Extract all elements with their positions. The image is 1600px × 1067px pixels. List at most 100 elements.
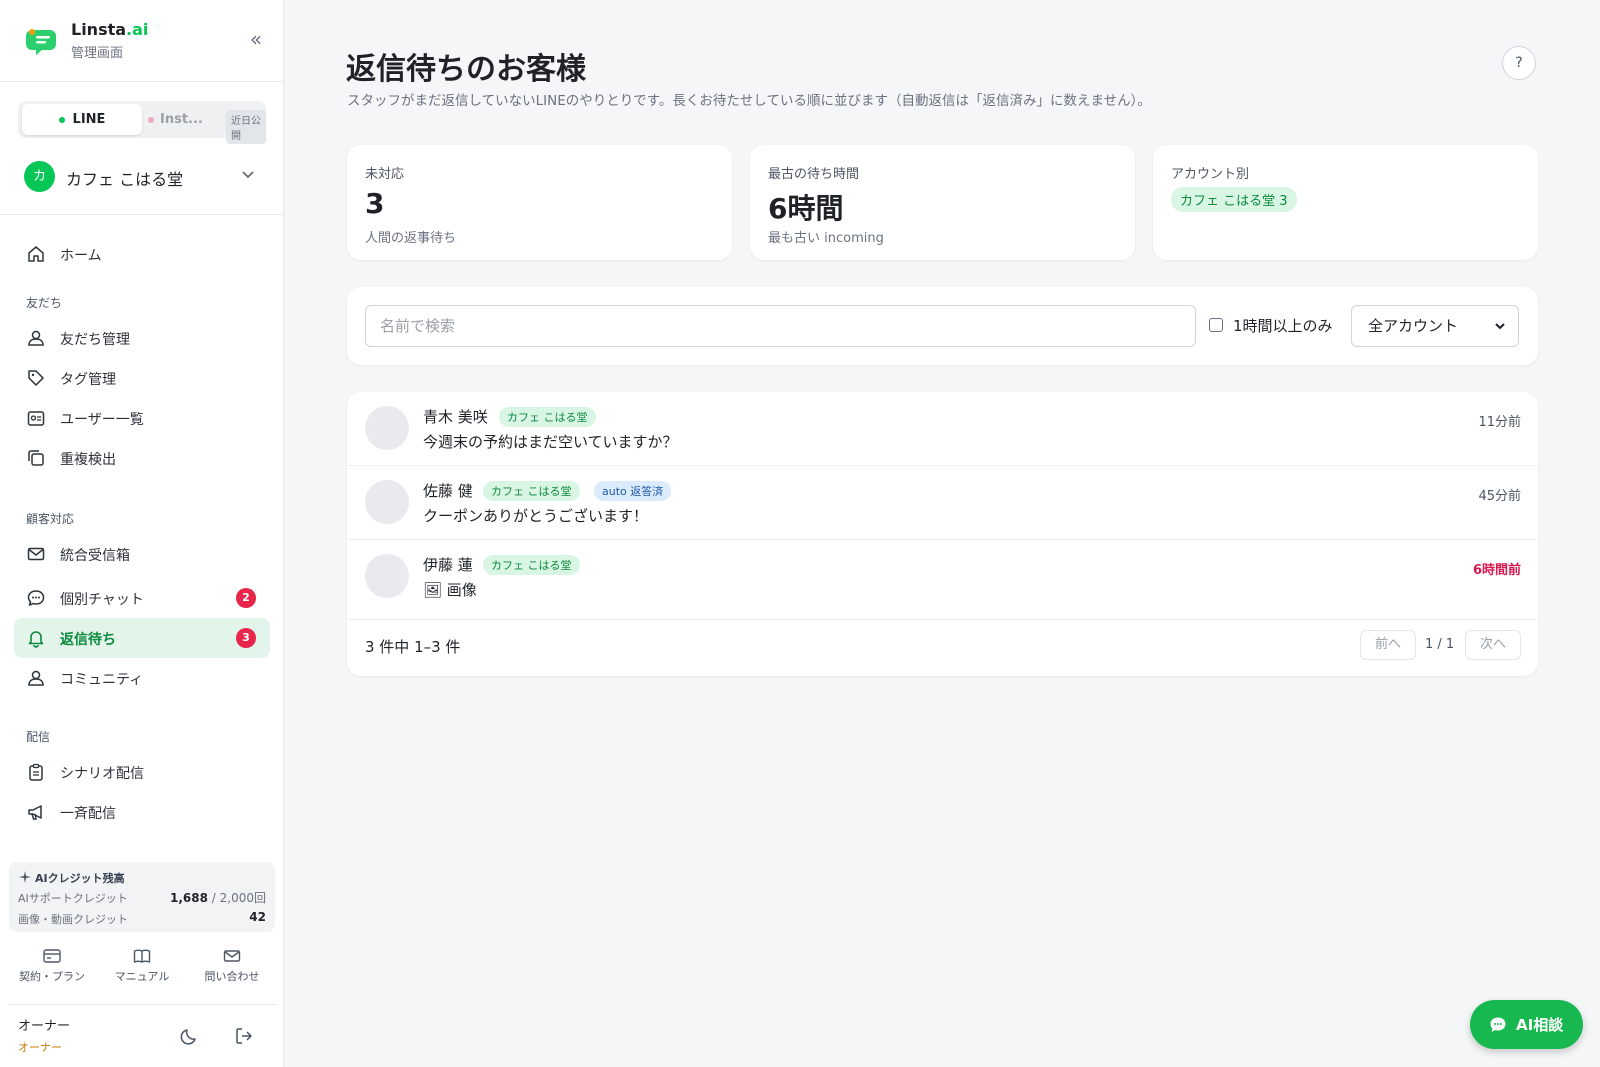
next-page-button[interactable]: 次へ <box>1465 630 1521 660</box>
customer-name: 伊藤 蓮 <box>423 556 473 574</box>
hour-filter-checkbox[interactable] <box>1209 318 1223 332</box>
sidebar-item-community[interactable]: コミュニティ <box>14 658 270 698</box>
sidebar-item-friends[interactable]: 友だち管理 <box>14 318 270 358</box>
channel-switch: LINE Inst... 近日公開 <box>18 101 266 144</box>
page-description: スタッフがまだ返信していないLINEのやりとりです。長くお待たせしている順に並び… <box>347 93 1151 109</box>
instagram-dot-icon <box>148 117 154 123</box>
avatar <box>365 406 409 450</box>
brand-header: Linsta.ai 管理画面 « <box>0 0 284 82</box>
ai-consult-button[interactable]: AI相談 <box>1470 1000 1583 1049</box>
sidebar-item-users[interactable]: ユーザー一覧 <box>14 398 270 438</box>
credits-title: AIクレジット残高 <box>35 872 125 885</box>
sidebar-item-label: 返信待ち <box>60 632 116 648</box>
waiting-list: 青木 美咲 カフェ こはる堂 今週末の予約はまだ空いていますか？ 11分前 佐藤… <box>347 392 1539 676</box>
media-credit-label: 画像・動画クレジット <box>18 913 128 926</box>
sidebar-item-label: 重複検出 <box>60 452 116 468</box>
user-role: オーナー <box>18 1041 62 1054</box>
sidebar-item-label: 一斉配信 <box>60 806 116 822</box>
sidebar-item-label: ユーザー一覧 <box>60 412 144 428</box>
collapse-sidebar-button[interactable]: « <box>244 28 268 52</box>
customer-name: 青木 美咲 <box>423 408 488 426</box>
clipboard-icon <box>29 763 43 781</box>
list-item[interactable]: 青木 美咲 カフェ こはる堂 今週末の予約はまだ空いていますか？ 11分前 <box>347 392 1539 466</box>
user-name: オーナー <box>18 1019 71 1034</box>
chat-bubble-icon <box>1490 1017 1506 1032</box>
account-selector[interactable]: カ カフェ こはる堂 <box>24 160 260 192</box>
avatar <box>365 554 409 598</box>
stat-value: 3 <box>365 187 385 220</box>
search-input[interactable] <box>365 305 1196 347</box>
sidebar: Linsta.ai 管理画面 « LINE Inst... 近日公開 カ カフェ… <box>0 0 284 1067</box>
community-icon <box>28 670 44 686</box>
account-count-chip: カフェ こはる堂 3 <box>1171 187 1297 212</box>
channel-tab-instagram[interactable]: Inst... <box>142 104 214 135</box>
last-message: 🖼 画像 <box>423 581 477 599</box>
stat-card-pending: 未対応 3 人間の返事待ち <box>347 145 732 260</box>
bell-icon <box>28 631 44 648</box>
brand-logo-icon <box>26 29 56 55</box>
last-message: クーポンありがとうございます！ <box>423 507 649 525</box>
sidebar-item-label: 友だち管理 <box>60 332 130 348</box>
help-button[interactable]: ? <box>1502 46 1536 80</box>
plan-link[interactable]: 契約・プラン <box>12 948 92 984</box>
nav-section-friends: 友だち <box>26 296 63 310</box>
chat-unread-badge: 2 <box>236 588 256 608</box>
page-title: 返信待ちのお客様 <box>346 52 586 87</box>
sidebar-item-home[interactable]: ホーム <box>14 234 270 274</box>
stat-subtext: 最も古い incoming <box>768 231 884 246</box>
sidebar-item-tags[interactable]: タグ管理 <box>14 358 270 398</box>
hour-filter-label: 1時間以上のみ <box>1233 317 1333 335</box>
moon-icon[interactable] <box>180 1026 200 1046</box>
channel-tab-line[interactable]: LINE <box>22 104 142 135</box>
sidebar-item-waiting[interactable]: 返信待ち 3 <box>14 618 270 658</box>
brand-name: Linsta.ai <box>71 20 149 39</box>
users-icon <box>28 330 44 346</box>
sidebar-item-chat[interactable]: 個別チャット 2 <box>14 578 270 618</box>
stat-label: アカウント別 <box>1171 167 1250 182</box>
account-chip: カフェ こはる堂 <box>483 481 580 501</box>
id-card-icon <box>27 411 45 426</box>
account-filter-select[interactable]: 全アカウント <box>1351 305 1519 347</box>
coming-soon-badge: 近日公開 <box>226 110 266 144</box>
list-item[interactable]: 佐藤 健 カフェ こはる堂 auto 返答済 クーポンありがとうございます！ 4… <box>347 466 1539 540</box>
home-icon <box>28 246 44 262</box>
wait-time: 6時間前 <box>1472 563 1521 578</box>
media-credit-value: 42 <box>249 910 266 924</box>
stat-card-by-account: アカウント別 カフェ こはる堂 3 <box>1153 145 1538 260</box>
manual-link[interactable]: マニュアル <box>102 948 182 984</box>
sidebar-footer-links: 契約・プラン マニュアル 問い合わせ <box>0 948 284 988</box>
chevron-down-icon <box>242 171 254 179</box>
mail-icon <box>223 950 241 962</box>
mail-icon <box>27 547 45 561</box>
list-item[interactable]: 伊藤 蓮 カフェ こはる堂 🖼 画像 6時間前 <box>347 540 1539 620</box>
filter-bar: 1時間以上のみ 全アカウント <box>347 287 1538 365</box>
account-chip: カフェ こはる堂 <box>499 407 596 427</box>
auto-replied-chip: auto 返答済 <box>594 481 672 501</box>
customer-name: 佐藤 健 <box>423 482 473 500</box>
copy-icon <box>28 450 44 466</box>
stat-value: 6時間 <box>768 192 844 225</box>
page-indicator: 1 / 1 <box>1425 637 1455 652</box>
sidebar-item-label: タグ管理 <box>60 372 116 388</box>
sidebar-item-broadcast[interactable]: 一斉配信 <box>14 792 270 832</box>
prev-page-button[interactable]: 前へ <box>1360 630 1416 660</box>
sidebar-item-scenario[interactable]: シナリオ配信 <box>14 752 270 792</box>
stat-card-oldest-wait: 最古の待ち時間 6時間 最も古い incoming <box>750 145 1135 260</box>
wait-time: 11分前 <box>1478 415 1521 430</box>
pagination-info: 3 件中 1–3 件 <box>365 638 461 656</box>
sidebar-item-inbox[interactable]: 統合受信箱 <box>14 534 270 574</box>
sidebar-item-label: 統合受信箱 <box>60 548 130 564</box>
sidebar-nav: ホーム 友だち 友だち管理 タグ管理 ユーザー一覧 重複検出 顧客対応 統合受信… <box>0 226 284 852</box>
ai-credits-panel: AIクレジット残高 AIサポートクレジット 1,688 / 2,000回 画像・… <box>9 862 275 932</box>
waiting-count-badge: 3 <box>236 628 256 648</box>
support-credit-value: 1,688 / 2,000回 <box>170 891 266 905</box>
contact-link[interactable]: 問い合わせ <box>192 948 272 984</box>
account-name: カフェ こはる堂 <box>66 170 184 189</box>
nav-section-delivery: 配信 <box>26 730 51 744</box>
ai-button-label: AI相談 <box>1516 1016 1564 1034</box>
account-chip: カフェ こはる堂 <box>483 555 580 575</box>
sidebar-item-label: シナリオ配信 <box>60 766 144 782</box>
sidebar-item-duplicates[interactable]: 重複検出 <box>14 438 270 478</box>
logout-icon[interactable] <box>234 1026 254 1046</box>
wait-time: 45分前 <box>1478 489 1521 504</box>
